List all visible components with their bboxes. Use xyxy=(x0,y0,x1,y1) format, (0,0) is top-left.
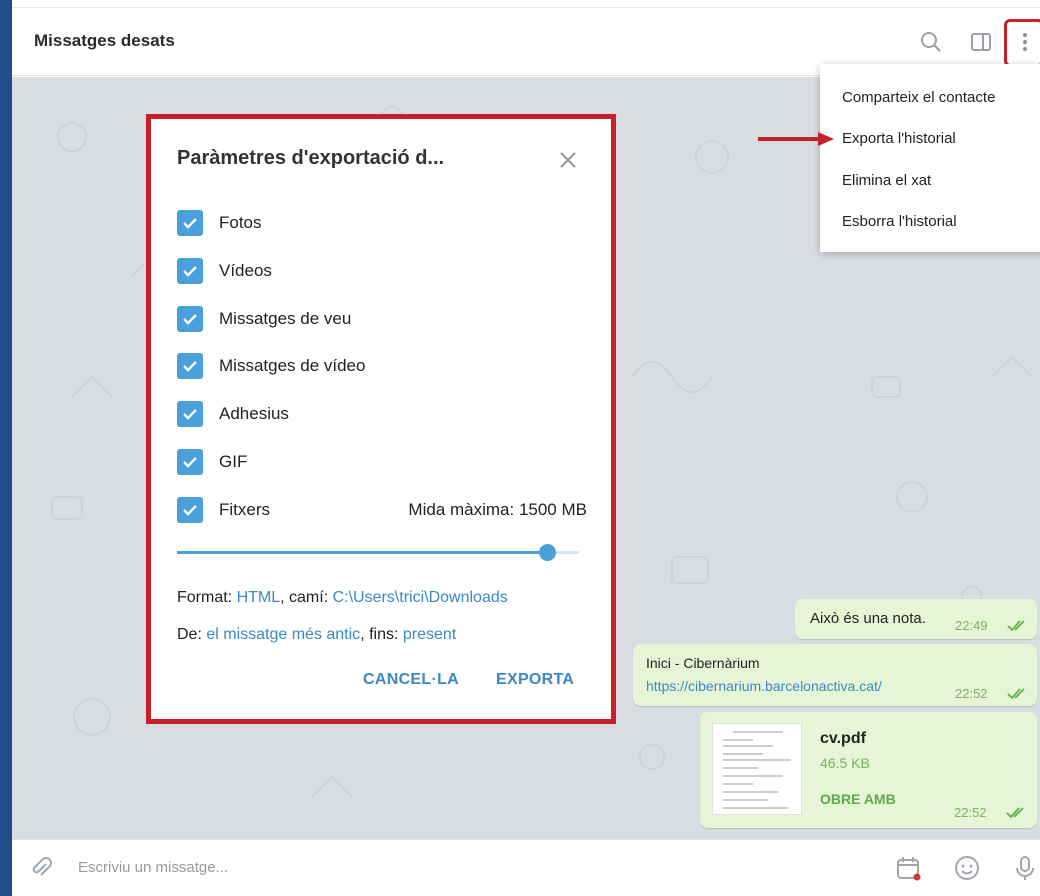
option-label: GIF xyxy=(219,452,248,471)
slider-knob[interactable] xyxy=(539,544,556,561)
search-icon[interactable] xyxy=(918,29,944,55)
checkbox[interactable] xyxy=(177,210,203,236)
message-bubble-link[interactable]: Inici - Cibernàrium https://cibernarium.… xyxy=(633,644,1037,706)
option-label: Fotos xyxy=(219,213,262,232)
telegram-window: Missatges desats Comparteix el contacte … xyxy=(12,0,1040,896)
option-label: Vídeos xyxy=(219,261,272,280)
emoji-icon[interactable] xyxy=(953,854,981,882)
to-prefix: , fins: xyxy=(360,626,403,643)
option-video-messages[interactable]: Missatges de vídeo xyxy=(177,351,587,381)
option-label: Adhesius xyxy=(219,404,289,423)
paperclip-icon[interactable] xyxy=(28,855,54,881)
message-time: 22:52 xyxy=(954,805,987,820)
option-stickers[interactable]: Adhesius xyxy=(177,399,587,429)
option-photos[interactable]: Fotos xyxy=(177,208,587,238)
menu-item-delete-chat[interactable]: Elimina el xat xyxy=(820,161,1040,201)
from-prefix: De: xyxy=(177,626,207,643)
range-line: De: el missatge més antic, fins: present xyxy=(177,626,456,644)
option-voice-messages[interactable]: Missatges de veu xyxy=(177,304,587,334)
option-label: Fitxers xyxy=(219,500,270,519)
menu-item-clear-history[interactable]: Esborra l'historial xyxy=(820,202,1040,242)
max-size-slider[interactable] xyxy=(177,543,579,563)
link-preview-title: Inici - Cibernàrium xyxy=(646,655,760,671)
message-input[interactable]: Escriviu un missatge... xyxy=(78,859,678,881)
format-prefix: Format: xyxy=(177,589,237,606)
export-settings-dialog: Paràmetres d'exportació d... Fotos Vídeo… xyxy=(146,114,616,724)
schedule-calendar-icon[interactable] xyxy=(895,854,923,882)
dialog-title: Paràmetres d'exportació d... xyxy=(177,147,445,169)
message-text: Això és una nota. xyxy=(810,610,926,627)
checkbox[interactable] xyxy=(177,258,203,284)
path-link[interactable]: C:\Users\trici\Downloads xyxy=(333,589,508,606)
read-ticks-icon xyxy=(1007,688,1025,700)
checkbox[interactable] xyxy=(177,353,203,379)
menu-item-export-history[interactable]: Exporta l'historial xyxy=(820,119,1040,159)
open-with-button[interactable]: OBRE AMB xyxy=(820,791,896,807)
max-size-label: Mida màxima: 1500 MB xyxy=(408,500,587,519)
checkbox[interactable] xyxy=(177,497,203,523)
slider-fill xyxy=(177,551,547,554)
menu-item-share-contact[interactable]: Comparteix el contacte xyxy=(820,78,1040,118)
message-time: 22:52 xyxy=(955,686,988,701)
checkbox[interactable] xyxy=(177,306,203,332)
message-bubble-file[interactable]: cv.pdf 46.5 KB OBRE AMB 22:52 xyxy=(700,712,1037,828)
message-time: 22:49 xyxy=(955,618,988,633)
message-bubble-note[interactable]: Això és una nota. 22:49 xyxy=(795,599,1037,639)
close-icon[interactable] xyxy=(557,149,579,171)
chat-context-menu: Comparteix el contacte Exporta l'histori… xyxy=(820,64,1040,252)
option-label: Missatges de vídeo xyxy=(219,356,366,375)
sidebar-toggle-icon[interactable] xyxy=(968,29,994,55)
window-top-strip xyxy=(12,0,1040,8)
read-ticks-icon xyxy=(1006,807,1024,819)
format-link[interactable]: HTML xyxy=(237,589,281,606)
red-arrow-annotation xyxy=(758,131,834,147)
option-files[interactable]: Fitxers Mida màxima: 1500 MB xyxy=(177,495,587,525)
option-label: Missatges de veu xyxy=(219,309,352,328)
microphone-icon[interactable] xyxy=(1011,854,1039,882)
chat-title[interactable]: Missatges desats xyxy=(34,31,175,51)
message-link[interactable]: https://cibernarium.barcelonactiva.cat/ xyxy=(646,678,882,694)
cancel-button[interactable]: CANCEL·LA xyxy=(363,671,459,689)
option-videos[interactable]: Vídeos xyxy=(177,256,587,286)
path-prefix: , camí: xyxy=(280,589,333,606)
from-link[interactable]: el missatge més antic xyxy=(206,626,360,643)
file-size: 46.5 KB xyxy=(820,755,870,771)
format-line: Format: HTML, camí: C:\Users\trici\Downl… xyxy=(177,589,508,607)
to-link[interactable]: present xyxy=(403,626,456,643)
pdf-thumbnail[interactable] xyxy=(712,723,802,815)
more-vertical-icon[interactable] xyxy=(1012,29,1038,55)
file-name: cv.pdf xyxy=(820,730,866,747)
checkbox[interactable] xyxy=(177,449,203,475)
read-ticks-icon xyxy=(1007,620,1025,632)
export-button[interactable]: EXPORTA xyxy=(496,671,574,689)
option-gif[interactable]: GIF xyxy=(177,447,587,477)
checkbox[interactable] xyxy=(177,401,203,427)
message-composer: Escriviu un missatge... xyxy=(12,839,1040,896)
